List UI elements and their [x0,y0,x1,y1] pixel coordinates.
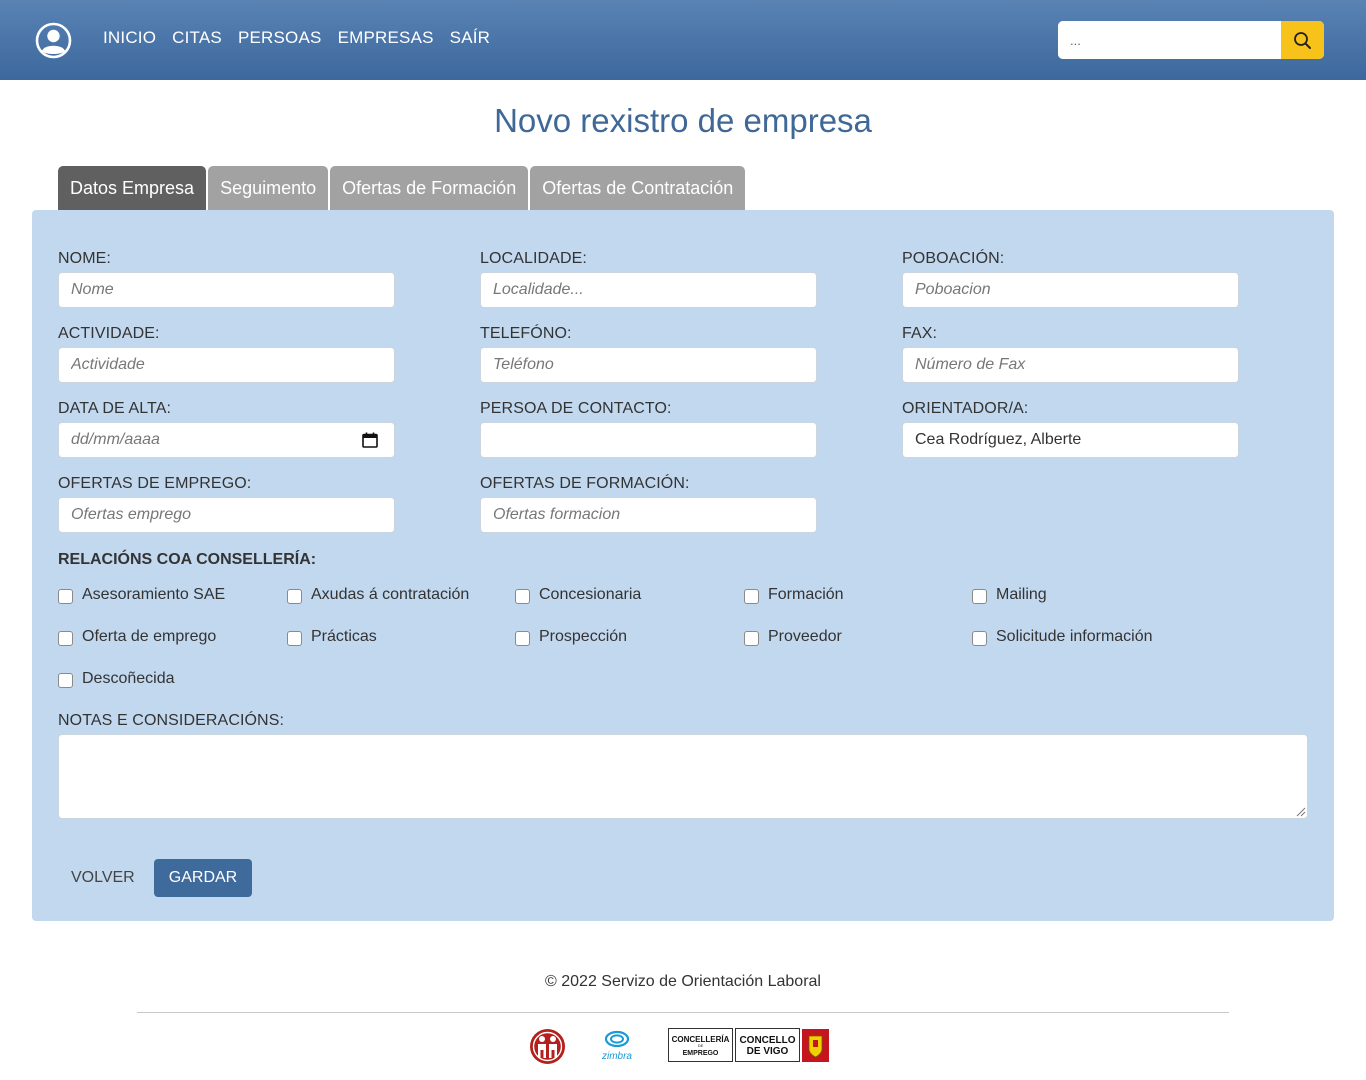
relacions-heading: RELACIÓNS COA CONSELLERÍA: [58,551,317,568]
actividade-label: ACTIVIDADE: [58,325,160,342]
search-input[interactable] [1058,21,1281,59]
calendar-icon[interactable] [362,432,378,448]
page-title: Novo rexistro de empresa [494,102,872,139]
data-alta-label: DATA DE ALTA: [58,400,172,417]
checkbox-box[interactable] [515,589,530,604]
checkbox-asesoramiento-sae[interactable]: Asesoramiento SAE [58,586,225,604]
persoa-contacto-input[interactable] [480,422,817,458]
checkbox-label: Proveedor [768,628,842,645]
fax-input[interactable] [902,347,1239,383]
gardar-button[interactable]: GARDAR [154,859,252,897]
ofertas-formacion-label: OFERTAS DE FORMACIÓN: [480,475,690,492]
notas-textarea[interactable] [58,734,1308,819]
checkbox-box[interactable] [58,673,73,688]
checkbox-box[interactable] [744,631,759,646]
checkbox-label: Prácticas [311,628,377,645]
orientation-service-logo-icon [530,1029,565,1064]
search-button[interactable] [1281,21,1324,59]
concelleria-line2: DE [698,1043,704,1048]
nome-input[interactable] [58,272,395,308]
checkbox-proveedor[interactable]: Proveedor [744,628,842,646]
ofertas-formacion-input[interactable] [480,497,817,533]
tab-ofertas-contratacion[interactable]: Ofertas de Contratación [530,166,746,210]
zimbra-logo-icon: zimbra [601,1030,632,1062]
checkbox-axudas-contratacion[interactable]: Axudas á contratación [287,586,469,604]
actividade-input[interactable] [58,347,395,383]
checkbox-label: Descoñecida [82,670,175,687]
checkbox-solicitude-informacion[interactable]: Solicitude información [972,628,1153,646]
checkbox-box[interactable] [287,631,302,646]
tab-ofertas-formacion[interactable]: Ofertas de Formación [330,166,529,210]
checkbox-label: Concesionaria [539,586,642,603]
resize-grip-icon[interactable] [1296,807,1306,817]
checkbox-prospeccion[interactable]: Prospección [515,628,627,646]
concello-line1: CONCELLO [739,1035,795,1046]
zimbra-wordmark: zimbra [601,1051,632,1062]
nav-link-empresas[interactable]: EMPRESAS [338,28,434,48]
ofertas-emprego-label: OFERTAS DE EMPREGO: [58,475,252,492]
telefono-label: TELEFÓNO: [480,325,572,342]
poboacion-input[interactable] [902,272,1239,308]
checkbox-label: Asesoramiento SAE [82,586,226,603]
checkbox-formacion[interactable]: Formación [744,586,844,604]
checkbox-label: Formación [768,586,844,603]
nav-link-citas[interactable]: CITAS [172,28,222,48]
checkbox-label: Mailing [996,586,1047,603]
ofertas-emprego-input[interactable] [58,497,395,533]
checkbox-label: Prospección [539,628,628,645]
localidade-input[interactable] [480,272,817,308]
nav-link-sair[interactable]: SAÍR [450,28,490,48]
footer-copyright: © 2022 Servizo de Orientación Laboral [545,973,821,990]
nav-link-inicio[interactable]: INICIO [103,28,156,48]
tab-seguimento[interactable]: Seguimento [208,166,329,210]
concelleria-line3: EMPREGO [683,1050,719,1057]
checkbox-concesionaria[interactable]: Concesionaria [515,586,641,604]
checkbox-box[interactable] [972,589,987,604]
orientador-label: ORIENTADOR/A: [902,400,1029,417]
checkbox-box[interactable] [58,631,73,646]
data-alta-input[interactable] [58,422,395,458]
search-icon [1294,31,1311,49]
localidade-label: LOCALIDADE: [480,250,587,267]
orientador-input[interactable] [902,422,1239,458]
footer-divider [137,1012,1229,1013]
checkbox-box[interactable] [58,589,73,604]
search-box [1058,21,1324,59]
checkbox-box[interactable] [287,589,302,604]
user-account-icon[interactable] [35,22,72,59]
persoa-contacto-label: PERSOA DE CONTACTO: [480,400,672,417]
poboacion-label: POBOACIÓN: [902,250,1005,267]
checkbox-box[interactable] [744,589,759,604]
nav-link-persoas[interactable]: PERSOAS [238,28,322,48]
nome-label: NOME: [58,250,111,267]
checkbox-box[interactable] [515,631,530,646]
fax-label: FAX: [902,325,938,342]
concello-vigo-logo-icon: CONCELLERÍA DE EMPREGO CONCELLO DE VIGO [668,1028,829,1062]
checkbox-desconecida[interactable]: Descoñecida [58,670,175,688]
checkbox-label: Axudas á contratación [311,586,470,603]
checkbox-mailing[interactable]: Mailing [972,586,1047,604]
checkbox-label: Oferta de emprego [82,628,217,645]
checkbox-oferta-emprego[interactable]: Oferta de emprego [58,628,216,646]
concello-line2: DE VIGO [747,1046,789,1057]
tab-bar: Datos Empresa Seguimento Ofertas de Form… [58,166,747,210]
main-nav: INICIO CITAS PERSOAS EMPRESAS SAÍR [103,28,506,48]
checkbox-practicas[interactable]: Prácticas [287,628,377,646]
volver-button[interactable]: VOLVER [58,859,148,897]
tab-datos-empresa[interactable]: Datos Empresa [58,166,207,210]
telefono-input[interactable] [480,347,817,383]
notas-label: NOTAS E CONSIDERACIÓNS: [58,712,285,729]
top-navbar: INICIO CITAS PERSOAS EMPRESAS SAÍR [0,0,1366,80]
checkbox-box[interactable] [972,631,987,646]
checkbox-label: Solicitude información [996,628,1153,645]
